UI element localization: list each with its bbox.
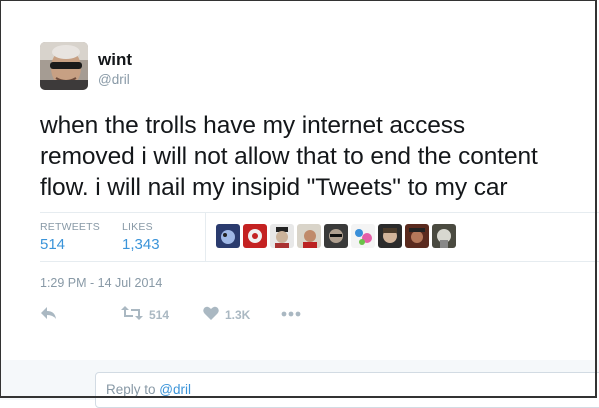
more-button[interactable]	[281, 306, 301, 320]
liker-avatar[interactable]	[351, 224, 375, 248]
liker-avatar[interactable]	[432, 224, 456, 248]
reply-button[interactable]	[40, 306, 58, 323]
tweet-text: when the trolls have my internet access …	[40, 110, 596, 203]
retweets-label: RETWEETS	[40, 221, 100, 233]
likes-label: LIKES	[122, 221, 153, 233]
liker-avatar[interactable]	[324, 224, 348, 248]
likes-count[interactable]: 1,343	[122, 236, 160, 253]
liker-avatar[interactable]	[405, 224, 429, 248]
liker-avatar[interactable]	[378, 224, 402, 248]
retweet-count: 514	[149, 307, 170, 322]
tweet-text-line: flow. i will nail my insipid "Tweets" to…	[40, 174, 508, 201]
reply-placeholder: Reply to @dril	[106, 382, 191, 397]
retweet-button[interactable]: 514	[121, 306, 169, 323]
retweets-count[interactable]: 514	[40, 236, 65, 253]
more-icon	[281, 306, 301, 320]
reply-mention: @dril	[159, 382, 192, 397]
reply-icon	[40, 306, 58, 323]
tweet-text-line: when the trolls have my internet access	[40, 112, 466, 139]
author-avatar[interactable]	[40, 42, 88, 90]
retweet-icon	[121, 306, 143, 323]
heart-icon	[203, 306, 219, 323]
stats-separator	[205, 213, 206, 261]
liker-avatar[interactable]	[270, 224, 294, 248]
tweet-text-line: removed i will not allow that to end the…	[40, 143, 538, 170]
stats-bottom-divider	[40, 261, 599, 262]
reply-prefix: Reply to	[106, 382, 156, 397]
tweet-timestamp[interactable]: 1:29 PM - 14 Jul 2014	[40, 276, 162, 290]
author-name[interactable]: wint	[98, 50, 132, 70]
stats-top-divider	[40, 212, 599, 213]
liker-avatar[interactable]	[216, 224, 240, 248]
reply-input[interactable]: Reply to @dril	[95, 372, 599, 408]
like-button[interactable]: 1.3K	[203, 306, 250, 323]
author-handle[interactable]: @dril	[98, 72, 130, 87]
liker-avatar[interactable]	[297, 224, 321, 248]
like-count: 1.3K	[225, 307, 251, 322]
liker-avatar[interactable]	[243, 224, 267, 248]
liker-avatars	[216, 224, 456, 248]
